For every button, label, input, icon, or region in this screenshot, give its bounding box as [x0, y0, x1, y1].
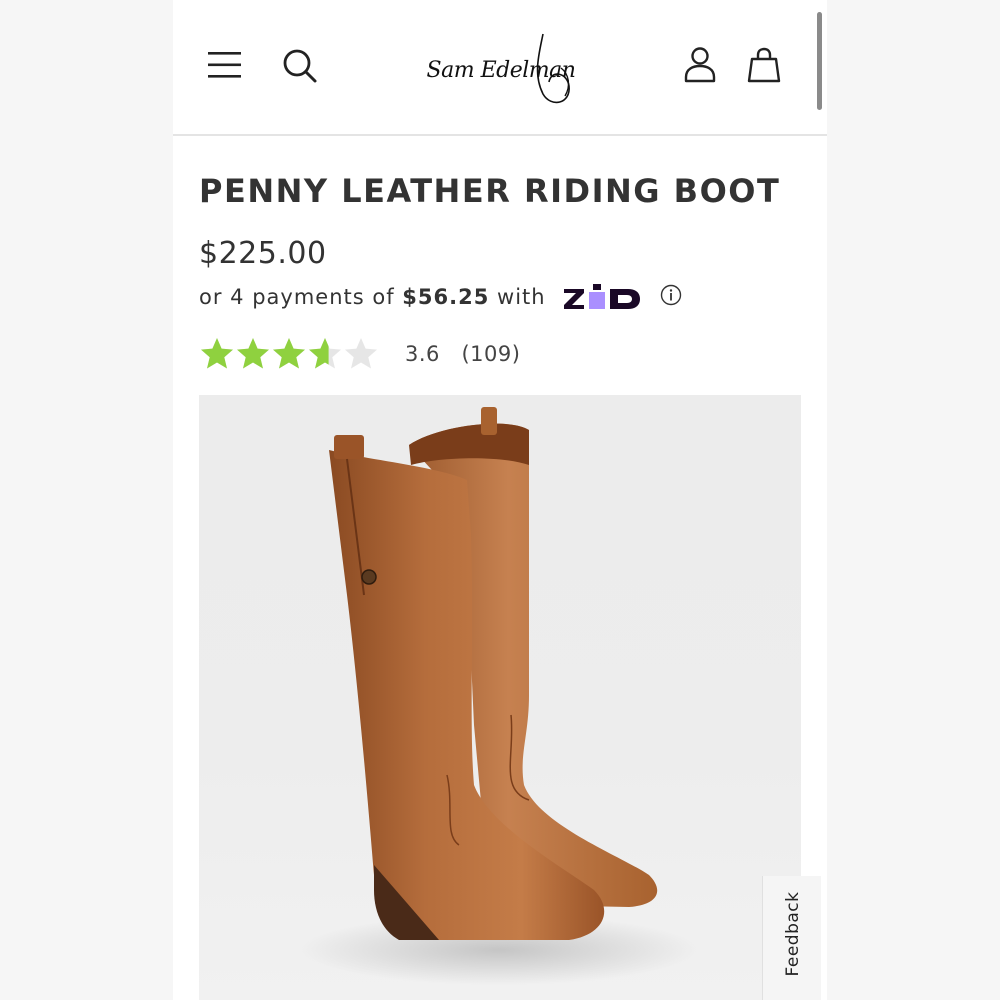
- installment-suffix: with: [497, 285, 546, 309]
- zip-logo[interactable]: [562, 283, 648, 311]
- info-icon[interactable]: [660, 284, 682, 311]
- scrollbar-thumb[interactable]: [817, 12, 822, 110]
- star-icon: [345, 338, 377, 369]
- hamburger-menu-icon[interactable]: [207, 50, 243, 80]
- installment-offer: or 4 payments of $56.25 with: [199, 283, 682, 311]
- installment-amount: $56.25: [402, 285, 490, 309]
- star-icon: [237, 338, 269, 369]
- feedback-label: Feedback: [783, 891, 803, 977]
- shopping-bag-icon[interactable]: [747, 46, 781, 84]
- star-icon: [309, 338, 341, 369]
- site-header: Sam Edelman: [173, 0, 827, 136]
- rating-score: 3.6: [405, 342, 440, 366]
- product-page: Sam Edelman PENNY LEATHER RIDING BOOT $2…: [173, 0, 827, 1000]
- product-rating[interactable]: 3.6 (109): [199, 336, 520, 372]
- rating-count: (109): [461, 342, 521, 366]
- rating-value: 3.6 (109): [405, 342, 520, 366]
- product-image[interactable]: [199, 395, 801, 1000]
- brand-logo[interactable]: Sam Edelman: [411, 24, 591, 114]
- search-icon[interactable]: [281, 48, 319, 84]
- product-title: PENNY LEATHER RIDING BOOT: [199, 172, 781, 210]
- rating-stars: [199, 336, 379, 372]
- user-icon[interactable]: [683, 46, 717, 84]
- star-icon: [273, 338, 305, 369]
- feedback-tab[interactable]: Feedback: [762, 876, 821, 1000]
- brand-logo-text: Sam Edelman: [426, 58, 576, 83]
- installment-prefix: or 4 payments of: [199, 285, 395, 309]
- star-icon: [201, 338, 233, 369]
- product-price: $225.00: [199, 236, 327, 271]
